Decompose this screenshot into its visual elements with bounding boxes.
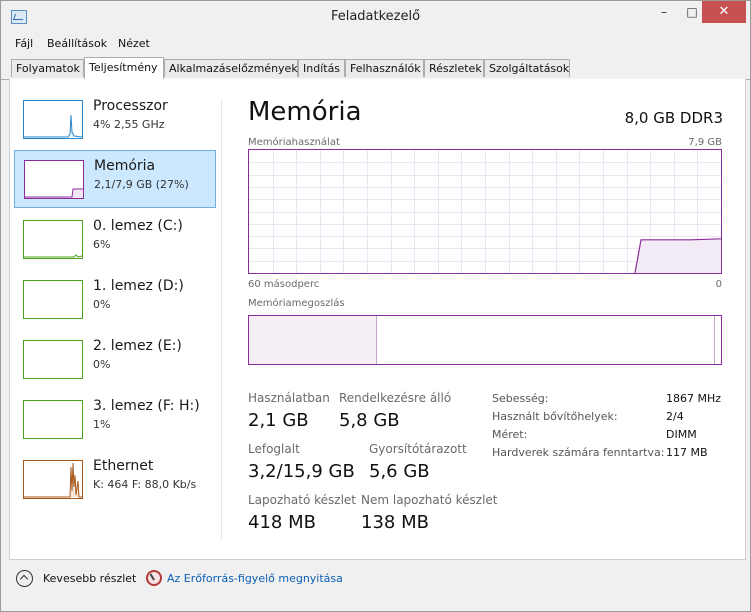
in-use-value: 2,1 GB — [248, 410, 309, 431]
sidebar-item-subtitle: 2,1/7,9 GB (27%) — [94, 178, 189, 191]
hardware-reserved-value: 117 MB — [666, 446, 708, 459]
sidebar-item-title: 2. lemez (E:) — [93, 338, 182, 354]
window-title: Feladatkezelő — [330, 9, 421, 24]
open-resource-monitor-link[interactable]: Az Erőforrás-figyelő megnyitása — [167, 572, 343, 585]
sidebar-item-subtitle: 4% 2,55 GHz — [93, 118, 165, 131]
disk-graph-icon — [23, 220, 83, 259]
sidebar-item-title: 3. lemez (F: H:) — [93, 398, 200, 414]
cached-value: 5,6 GB — [369, 461, 430, 482]
committed-label: Lefoglalt — [248, 442, 300, 456]
speed-value: 1867 MHz — [666, 392, 722, 405]
disk-graph-icon — [23, 280, 83, 319]
paged-pool-value: 418 MB — [248, 512, 316, 533]
page-title: Memória — [248, 97, 362, 127]
slots-used-label: Használt bővítőhelyek: — [492, 410, 618, 423]
menu-view[interactable]: Nézet — [118, 37, 150, 50]
sidebar-item-title: 1. lemez (D:) — [93, 278, 184, 294]
performance-panel: Processzor 4% 2,55 GHz Memória 2,1/7,9 G… — [9, 79, 746, 560]
in-use-label: Használatban — [248, 391, 330, 405]
sidebar-divider — [221, 99, 222, 539]
disk-graph-icon — [23, 340, 83, 379]
sidebar-item-subtitle: K: 464 F: 88,0 Kb/s — [93, 478, 197, 491]
paged-pool-label: Lapozható készlet — [248, 493, 356, 507]
usage-graph-max: 7,9 GB — [688, 137, 722, 148]
usage-area — [635, 238, 721, 273]
sidebar-item-title: Ethernet — [93, 458, 154, 474]
sidebar-item-subtitle: 0% — [93, 298, 111, 311]
sidebar-item-title: Processzor — [93, 98, 168, 114]
menu-file[interactable]: Fájl — [15, 37, 33, 50]
menu-options[interactable]: Beállítások — [47, 37, 107, 50]
tab-performance[interactable]: Teljesítmény — [84, 57, 164, 79]
tab-users[interactable]: Felhasználók — [345, 59, 424, 77]
chevron-up-icon[interactable] — [16, 570, 33, 587]
speed-label: Sebesség: — [492, 392, 549, 405]
network-graph-icon — [23, 460, 83, 499]
sidebar-item-cpu[interactable]: Processzor 4% 2,55 GHz — [14, 90, 216, 148]
sidebar-item-disk-3[interactable]: 3. lemez (F: H:) 1% — [14, 390, 216, 448]
committed-value: 3,2/15,9 GB — [248, 461, 355, 482]
sidebar-item-title: Memória — [94, 158, 156, 174]
minimize-button[interactable]: – — [649, 1, 679, 23]
title-bar[interactable]: Feladatkezelő – □ ✕ — [1, 1, 750, 33]
memory-usage-svg — [249, 150, 721, 273]
memory-graph-icon — [24, 160, 84, 199]
memory-composition-bar — [248, 315, 722, 365]
tab-services[interactable]: Szolgáltatások — [484, 59, 570, 77]
available-label: Rendelkezésre álló — [339, 391, 452, 405]
composition-standby-edge — [713, 316, 715, 364]
sidebar-item-ethernet[interactable]: Ethernet K: 464 F: 88,0 Kb/s — [14, 450, 216, 508]
slots-used-value: 2/4 — [666, 410, 684, 423]
memory-spec: 8,0 GB DDR3 — [624, 109, 723, 127]
nonpaged-pool-value: 138 MB — [361, 512, 429, 533]
sidebar-item-disk-2[interactable]: 2. lemez (E:) 0% — [14, 330, 216, 388]
hardware-reserved-label: Hardverek számára fenntartva: — [492, 446, 665, 459]
composition-in-use — [249, 316, 378, 364]
sidebar-item-subtitle: 1% — [93, 418, 111, 431]
task-manager-window: Feladatkezelő – □ ✕ Fájl Beállítások Néz… — [0, 0, 751, 612]
available-value: 5,8 GB — [339, 410, 400, 431]
tab-app-history[interactable]: Alkalmazáselőzmények — [164, 59, 298, 77]
footer: Kevesebb részlet Az Erőforrás-figyelő me… — [1, 561, 750, 611]
menu-bar: Fájl Beállítások Nézet — [1, 34, 750, 54]
sidebar-item-disk-0[interactable]: 0. lemez (C:) 6% — [14, 210, 216, 268]
memory-usage-graph — [248, 149, 722, 274]
tab-details[interactable]: Részletek — [424, 59, 484, 77]
tab-strip: Folyamatok Teljesítmény Alkalmazáselőzmé… — [1, 57, 750, 80]
tab-processes[interactable]: Folyamatok — [11, 59, 84, 77]
close-button[interactable]: ✕ — [702, 1, 746, 23]
time-axis-right: 0 — [715, 279, 722, 290]
fewer-details-button[interactable]: Kevesebb részlet — [43, 572, 136, 585]
sidebar-item-disk-1[interactable]: 1. lemez (D:) 0% — [14, 270, 216, 328]
tab-startup[interactable]: Indítás — [298, 59, 345, 77]
cpu-graph-icon — [23, 100, 83, 139]
sidebar-item-memory[interactable]: Memória 2,1/7,9 GB (27%) — [14, 150, 216, 208]
form-factor-value: DIMM — [666, 428, 697, 441]
cached-label: Gyorsítótárazott — [369, 442, 467, 456]
resource-monitor-icon — [146, 570, 162, 586]
disk-graph-icon — [23, 400, 83, 439]
sidebar-item-subtitle: 6% — [93, 238, 111, 251]
time-axis-left: 60 másodperc — [248, 279, 320, 290]
composition-label: Memóriamegoszlás — [248, 298, 345, 309]
sidebar-item-subtitle: 0% — [93, 358, 111, 371]
sidebar-item-title: 0. lemez (C:) — [93, 218, 183, 234]
nonpaged-pool-label: Nem lapozható készlet — [361, 493, 498, 507]
usage-graph-label: Memóriahasználat — [248, 137, 340, 148]
form-factor-label: Méret: — [492, 428, 528, 441]
